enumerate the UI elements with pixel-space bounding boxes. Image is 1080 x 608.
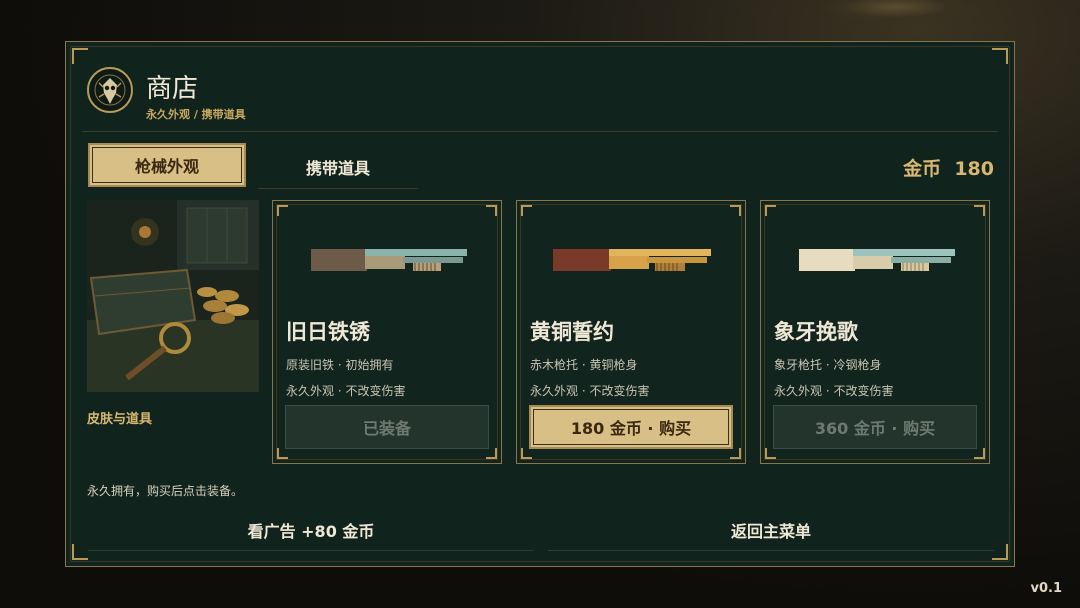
shotgun-icon — [311, 249, 467, 271]
corner-ornament — [730, 448, 741, 459]
shotgun-icon — [553, 249, 711, 271]
corner-ornament — [765, 448, 776, 459]
version-label: v0.1 — [1030, 581, 1062, 596]
corner-ornament — [992, 48, 1008, 64]
skin-card-brass-oath[interactable]: 黄铜誓约 赤木枪托 · 黄铜枪身 永久外观 · 不改变伤害 180 金币 · 购… — [516, 200, 746, 464]
corner-ornament — [277, 205, 288, 216]
purchase-note: 永久拥有，购买后点击装备。 — [87, 484, 244, 498]
equipped-button[interactable]: 已装备 — [285, 405, 489, 449]
breadcrumb: 永久外观 / 携带道具 — [146, 108, 246, 121]
card-desc-1: 象牙枪托 · 冷钢枪身 — [774, 358, 882, 372]
corner-ornament — [486, 205, 497, 216]
corner-ornament — [277, 448, 288, 459]
buy-button-disabled[interactable]: 360 金币 · 购买 — [773, 405, 977, 449]
watch-ad-button[interactable]: 看广告 +80 金币 — [88, 510, 534, 551]
skin-card-ivory-elegy[interactable]: 象牙挽歌 象牙枪托 · 冷钢枪身 永久外观 · 不改变伤害 360 金币 · 购… — [760, 200, 990, 464]
skin-card-old-rust[interactable]: 旧日铁锈 原装旧铁 · 初始拥有 永久外观 · 不改变伤害 已装备 — [272, 200, 502, 464]
back-to-menu-button[interactable]: 返回主菜单 — [548, 510, 994, 551]
tab-carry-items[interactable]: 携带道具 — [258, 146, 418, 189]
corner-ornament — [72, 48, 88, 64]
card-desc-1: 赤木枪托 · 黄铜枪身 — [530, 358, 638, 372]
card-title: 黄铜誓约 — [530, 320, 614, 344]
corner-ornament — [730, 205, 741, 216]
preview-image — [87, 200, 259, 392]
buy-button[interactable]: 180 金币 · 购买 — [529, 405, 733, 449]
bird-skull-emblem-icon — [87, 67, 133, 113]
tab-gun-skins[interactable]: 枪械外观 — [88, 143, 246, 187]
corner-ornament — [521, 205, 532, 216]
card-desc-2: 永久外观 · 不改变伤害 — [774, 384, 894, 398]
card-desc-2: 永久外观 · 不改变伤害 — [530, 384, 650, 398]
page-title: 商店 — [146, 74, 199, 104]
card-desc-1: 原装旧铁 · 初始拥有 — [286, 358, 394, 372]
corner-ornament — [486, 448, 497, 459]
header-divider — [82, 131, 998, 132]
corner-ornament — [521, 448, 532, 459]
shotgun-icon — [799, 249, 955, 271]
preview-caption: 皮肤与道具 — [87, 412, 153, 427]
coin-balance: 金币 180 — [903, 154, 994, 181]
coin-label: 金币 — [903, 158, 942, 180]
coin-amount: 180 — [954, 158, 994, 180]
corner-ornament — [765, 205, 776, 216]
ceiling-lamp — [820, 0, 970, 22]
corner-ornament — [992, 544, 1008, 560]
corner-ornament — [72, 544, 88, 560]
corner-ornament — [974, 448, 985, 459]
corner-ornament — [974, 205, 985, 216]
card-desc-2: 永久外观 · 不改变伤害 — [286, 384, 406, 398]
shop-panel: 商店 永久外观 / 携带道具 枪械外观 携带道具 金币 180 皮肤与道具 旧日… — [65, 41, 1015, 567]
card-title: 象牙挽歌 — [774, 320, 858, 344]
card-title: 旧日铁锈 — [286, 320, 370, 344]
